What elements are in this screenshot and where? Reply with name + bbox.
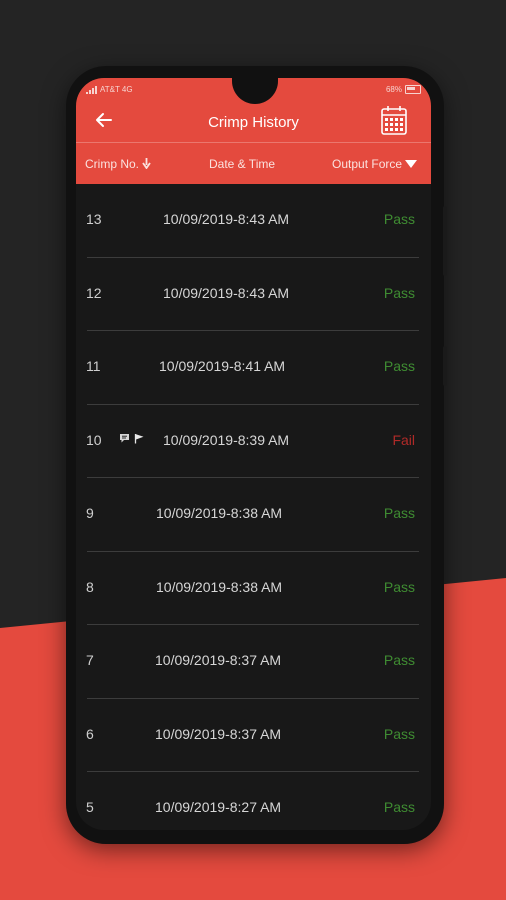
result-pass: Pass: [383, 578, 415, 595]
result-pass: Pass: [383, 284, 415, 301]
crimp-date: 10/09/2019-8:37 AM: [155, 725, 282, 742]
table-row[interactable]: 13 10/09/2019-8:43 AM Pass: [76, 184, 431, 258]
date-time-header: Date & Time: [209, 157, 276, 171]
crimp-date: 10/09/2019-8:41 AM: [159, 358, 286, 374]
status-left: AT&T 4G: [86, 85, 133, 94]
result-pass: Pass: [383, 652, 415, 668]
crimp-list: 13 10/09/2019-8:43 AM Pass 12 10/09/2019…: [76, 184, 431, 830]
app-header: AT&T 4G 68% Crimp History Crimp No. Date…: [76, 78, 431, 184]
status-bar: AT&T 4G 68%: [86, 85, 421, 97]
result-fail: Fail: [392, 431, 415, 448]
crimp-date: 10/09/2019-8:38 AM: [156, 578, 283, 595]
calendar-button[interactable]: [380, 104, 408, 136]
table-row[interactable]: 12 10/09/2019-8:43 AM Pass: [76, 258, 431, 331]
crimp-number: 5: [86, 799, 94, 815]
result-pass: Pass: [383, 505, 415, 521]
crimp-number: 10: [86, 431, 102, 448]
crimp-number: 11: [86, 358, 101, 374]
signal-icon: [86, 85, 97, 94]
sort-crimp-no[interactable]: Crimp No.: [85, 157, 152, 171]
power-button: [443, 346, 447, 386]
table-row[interactable]: 8 10/09/2019-8:38 AM Pass: [76, 552, 431, 625]
crimp-number: 6: [86, 725, 94, 742]
crimp-date: 10/09/2019-8:38 AM: [156, 505, 283, 521]
arrow-down-icon: [142, 158, 152, 170]
crimp-number: 12: [86, 284, 102, 301]
battery-percent: 68%: [385, 85, 402, 94]
sort-output-force[interactable]: Output Force: [332, 157, 418, 171]
result-pass: Pass: [383, 211, 415, 227]
table-row[interactable]: 5 10/09/2019-8:27 AM Pass: [76, 772, 431, 830]
table-row[interactable]: 11 10/09/2019-8:41 AM Pass: [76, 331, 431, 405]
calendar-icon: [381, 106, 407, 135]
crimp-no-label: Crimp No.: [85, 157, 140, 171]
volume-button: [443, 206, 447, 276]
crimp-number: 8: [86, 578, 94, 595]
row-icons: [119, 433, 144, 444]
crimp-number: 13: [86, 211, 102, 227]
crimp-number: 9: [86, 505, 94, 521]
comment-icon[interactable]: [119, 433, 130, 444]
dropdown-triangle-icon: [405, 160, 418, 168]
result-pass: Pass: [383, 358, 415, 374]
output-force-label: Output Force: [332, 157, 403, 171]
table-row[interactable]: 10 10/09/2019-8:39 AM Fail: [76, 405, 431, 478]
carrier-label: AT&T 4G: [100, 85, 133, 94]
status-right: 68%: [386, 85, 421, 94]
table-row[interactable]: 6 10/09/2019-8:37 AM Pass: [76, 699, 431, 772]
table-row[interactable]: 7 10/09/2019-8:37 AM Pass: [76, 625, 431, 699]
result-pass: Pass: [383, 799, 415, 815]
crimp-number: 7: [86, 652, 94, 668]
crimp-date: 10/09/2019-8:27 AM: [155, 799, 282, 815]
result-pass: Pass: [383, 725, 415, 742]
crimp-date: 10/09/2019-8:39 AM: [163, 431, 290, 448]
crimp-date: 10/09/2019-8:37 AM: [155, 652, 282, 668]
battery-icon: [405, 85, 421, 94]
table-row[interactable]: 9 10/09/2019-8:38 AM Pass: [76, 478, 431, 552]
page-title: Crimp History: [208, 114, 299, 131]
crimp-date: 10/09/2019-8:43 AM: [163, 284, 290, 301]
header-divider: [76, 142, 431, 143]
flag-icon[interactable]: [134, 433, 144, 444]
phone-screen: AT&T 4G 68% Crimp History Crimp No. Date…: [76, 78, 431, 830]
crimp-date: 10/09/2019-8:43 AM: [163, 211, 290, 227]
